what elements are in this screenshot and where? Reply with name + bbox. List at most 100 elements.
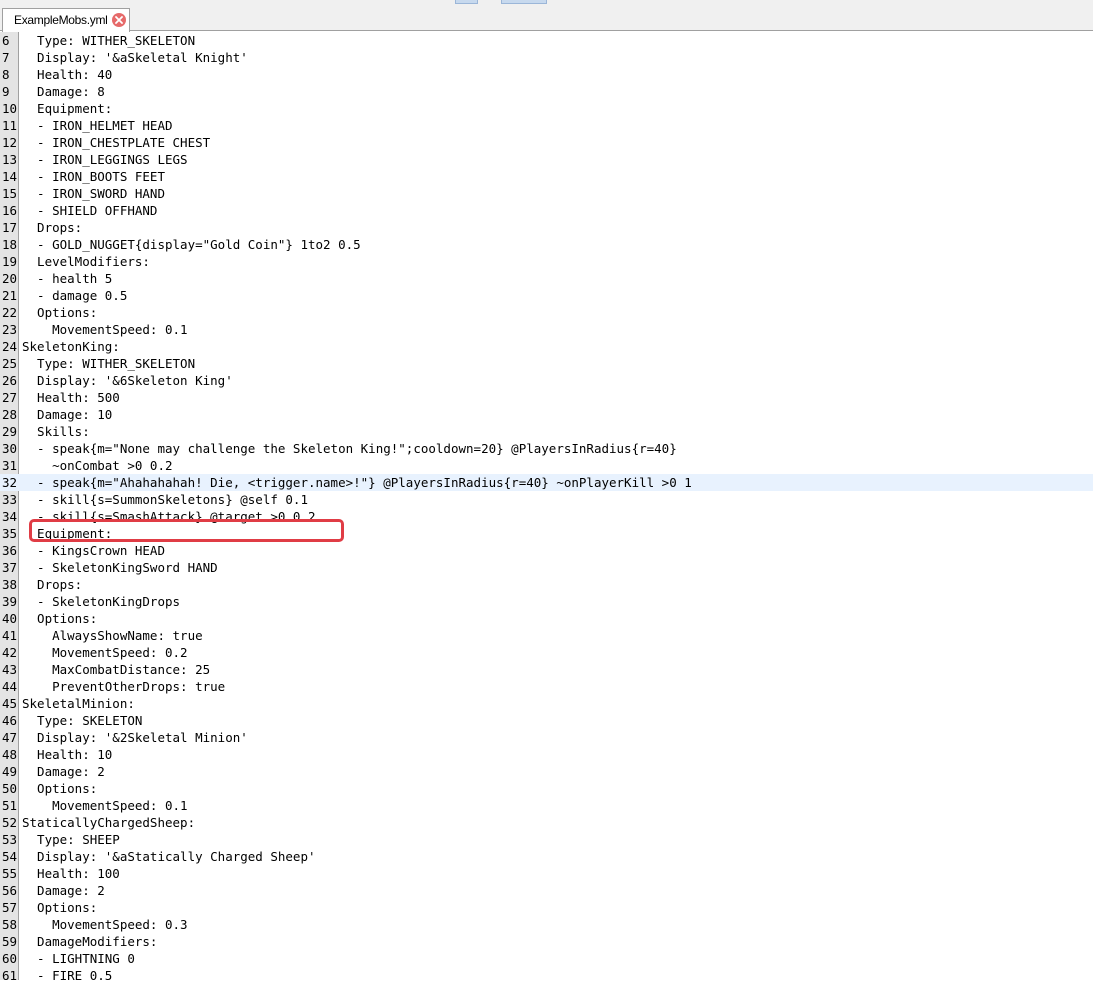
code-line[interactable]: 35 Equipment: (0, 525, 1093, 542)
code-text[interactable]: Type: SKELETON (22, 712, 142, 729)
code-text[interactable]: Health: 10 (22, 746, 112, 763)
code-line[interactable]: 52 StaticallyChargedSheep: (0, 814, 1093, 831)
code-text[interactable]: ~onCombat >0 0.2 (22, 457, 172, 474)
toolbar-stub[interactable] (455, 0, 478, 4)
code-text[interactable]: - GOLD_NUGGET{display="Gold Coin"} 1to2 … (22, 236, 361, 253)
code-text[interactable]: - FIRE 0.5 (22, 967, 112, 984)
code-text[interactable]: Damage: 8 (22, 83, 105, 100)
code-line[interactable]: 53 Type: SHEEP (0, 831, 1093, 848)
code-text[interactable]: Skills: (22, 423, 90, 440)
toolbar-stub[interactable] (501, 0, 547, 4)
code-line[interactable]: 61 - FIRE 0.5 (0, 967, 1093, 984)
code-line[interactable]: 38 Drops: (0, 576, 1093, 593)
code-line[interactable]: 25 Type: WITHER_SKELETON (0, 355, 1093, 372)
code-text[interactable]: MovementSpeed: 0.3 (22, 916, 187, 933)
code-line[interactable]: 6 Type: WITHER_SKELETON (0, 32, 1093, 49)
code-text[interactable]: LevelModifiers: (22, 253, 150, 270)
code-text[interactable]: - health 5 (22, 270, 112, 287)
code-text[interactable]: - IRON_LEGGINGS LEGS (22, 151, 188, 168)
code-line[interactable]: 17 Drops: (0, 219, 1093, 236)
code-line[interactable]: 21 - damage 0.5 (0, 287, 1093, 304)
code-text[interactable]: MovementSpeed: 0.1 (22, 321, 187, 338)
tab-examplemobs[interactable]: ExampleMobs.yml (2, 8, 130, 32)
code-text[interactable]: Display: '&aSkeletal Knight' (22, 49, 248, 66)
code-line[interactable]: 45 SkeletalMinion: (0, 695, 1093, 712)
code-text[interactable]: - SHIELD OFFHAND (22, 202, 157, 219)
code-text[interactable]: Damage: 2 (22, 763, 105, 780)
code-line[interactable]: 22 Options: (0, 304, 1093, 321)
code-line[interactable]: 57 Options: (0, 899, 1093, 916)
code-line[interactable]: 30 - speak{m="None may challenge the Ske… (0, 440, 1093, 457)
code-line[interactable]: 49 Damage: 2 (0, 763, 1093, 780)
code-line[interactable]: 26 Display: '&6Skeleton King' (0, 372, 1093, 389)
code-line[interactable]: 40 Options: (0, 610, 1093, 627)
code-line[interactable]: 42 MovementSpeed: 0.2 (0, 644, 1093, 661)
code-editor[interactable]: 6 Type: WITHER_SKELETON 7 Display: '&aSke… (0, 32, 1093, 983)
code-line[interactable]: 32 - speak{m="Ahahahahah! Die, <trigger.… (0, 474, 1093, 491)
code-line[interactable]: 34 - skill{s=SmashAttack} @target >0 0.2 (0, 508, 1093, 525)
code-text[interactable]: Options: (22, 780, 97, 797)
code-line[interactable]: 8 Health: 40 (0, 66, 1093, 83)
code-line[interactable]: 11 - IRON_HELMET HEAD (0, 117, 1093, 134)
code-text[interactable]: Display: '&2Skeletal Minion' (22, 729, 248, 746)
code-text[interactable]: - SkeletonKingSword HAND (22, 559, 218, 576)
code-line[interactable]: 7 Display: '&aSkeletal Knight' (0, 49, 1093, 66)
code-line[interactable]: 55 Health: 100 (0, 865, 1093, 882)
code-text[interactable]: Type: SHEEP (22, 831, 120, 848)
code-text[interactable]: - IRON_HELMET HEAD (22, 117, 172, 134)
code-line[interactable]: 44 PreventOtherDrops: true (0, 678, 1093, 695)
code-text[interactable]: - damage 0.5 (22, 287, 127, 304)
code-text[interactable]: MovementSpeed: 0.2 (22, 644, 187, 661)
code-line[interactable]: 50 Options: (0, 780, 1093, 797)
code-line[interactable]: 18 - GOLD_NUGGET{display="Gold Coin"} 1t… (0, 236, 1093, 253)
code-text[interactable]: Damage: 2 (22, 882, 105, 899)
code-line[interactable]: 51 MovementSpeed: 0.1 (0, 797, 1093, 814)
code-text[interactable]: - LIGHTNING 0 (22, 950, 135, 967)
code-line[interactable]: 19 LevelModifiers: (0, 253, 1093, 270)
code-line[interactable]: 36 - KingsCrown HEAD (0, 542, 1093, 559)
code-text[interactable]: - IRON_CHESTPLATE CHEST (22, 134, 210, 151)
code-text[interactable]: - SkeletonKingDrops (22, 593, 180, 610)
code-text[interactable]: Type: WITHER_SKELETON (22, 355, 195, 372)
code-line[interactable]: 46 Type: SKELETON (0, 712, 1093, 729)
code-text[interactable]: Type: WITHER_SKELETON (22, 32, 195, 49)
code-line[interactable]: 9 Damage: 8 (0, 83, 1093, 100)
code-text[interactable]: SkeletalMinion: (22, 695, 135, 712)
code-line[interactable]: 12 - IRON_CHESTPLATE CHEST (0, 134, 1093, 151)
code-line[interactable]: 33 - skill{s=SummonSkeletons} @self 0.1 (0, 491, 1093, 508)
code-text[interactable]: Equipment: (22, 525, 112, 542)
code-text[interactable]: AlwaysShowName: true (22, 627, 203, 644)
code-line[interactable]: 29 Skills: (0, 423, 1093, 440)
code-text[interactable]: Equipment: (22, 100, 112, 117)
code-line[interactable]: 41 AlwaysShowName: true (0, 627, 1093, 644)
code-text[interactable]: - skill{s=SmashAttack} @target >0 0.2 (22, 508, 315, 525)
code-line[interactable]: 31 ~onCombat >0 0.2 (0, 457, 1093, 474)
code-line[interactable]: 48 Health: 10 (0, 746, 1093, 763)
code-text[interactable]: Options: (22, 610, 97, 627)
code-line[interactable]: 37 - SkeletonKingSword HAND (0, 559, 1093, 576)
code-text[interactable]: DamageModifiers: (22, 933, 157, 950)
code-line[interactable]: 58 MovementSpeed: 0.3 (0, 916, 1093, 933)
code-text[interactable]: Display: '&6Skeleton King' (22, 372, 233, 389)
code-text[interactable]: - KingsCrown HEAD (22, 542, 165, 559)
code-line[interactable]: 16 - SHIELD OFFHAND (0, 202, 1093, 219)
code-text[interactable]: - IRON_BOOTS FEET (22, 168, 165, 185)
code-text[interactable]: MaxCombatDistance: 25 (22, 661, 210, 678)
code-text[interactable]: Drops: (22, 219, 82, 236)
code-text[interactable]: Display: '&aStatically Charged Sheep' (22, 848, 315, 865)
code-text[interactable]: StaticallyChargedSheep: (22, 814, 195, 831)
code-text[interactable]: Options: (22, 304, 97, 321)
code-text[interactable]: PreventOtherDrops: true (22, 678, 225, 695)
code-text[interactable]: Drops: (22, 576, 82, 593)
code-text[interactable]: - speak{m="Ahahahahah! Die, <trigger.nam… (22, 474, 692, 491)
code-text[interactable]: MovementSpeed: 0.1 (22, 797, 187, 814)
code-text[interactable]: Health: 100 (22, 865, 120, 882)
code-text[interactable]: SkeletonKing: (22, 338, 120, 355)
code-line[interactable]: 28 Damage: 10 (0, 406, 1093, 423)
code-line[interactable]: 60 - LIGHTNING 0 (0, 950, 1093, 967)
code-line[interactable]: 14 - IRON_BOOTS FEET (0, 168, 1093, 185)
code-line[interactable]: 10 Equipment: (0, 100, 1093, 117)
code-line[interactable]: 54 Display: '&aStatically Charged Sheep' (0, 848, 1093, 865)
code-line[interactable]: 59 DamageModifiers: (0, 933, 1093, 950)
code-text[interactable]: Damage: 10 (22, 406, 112, 423)
